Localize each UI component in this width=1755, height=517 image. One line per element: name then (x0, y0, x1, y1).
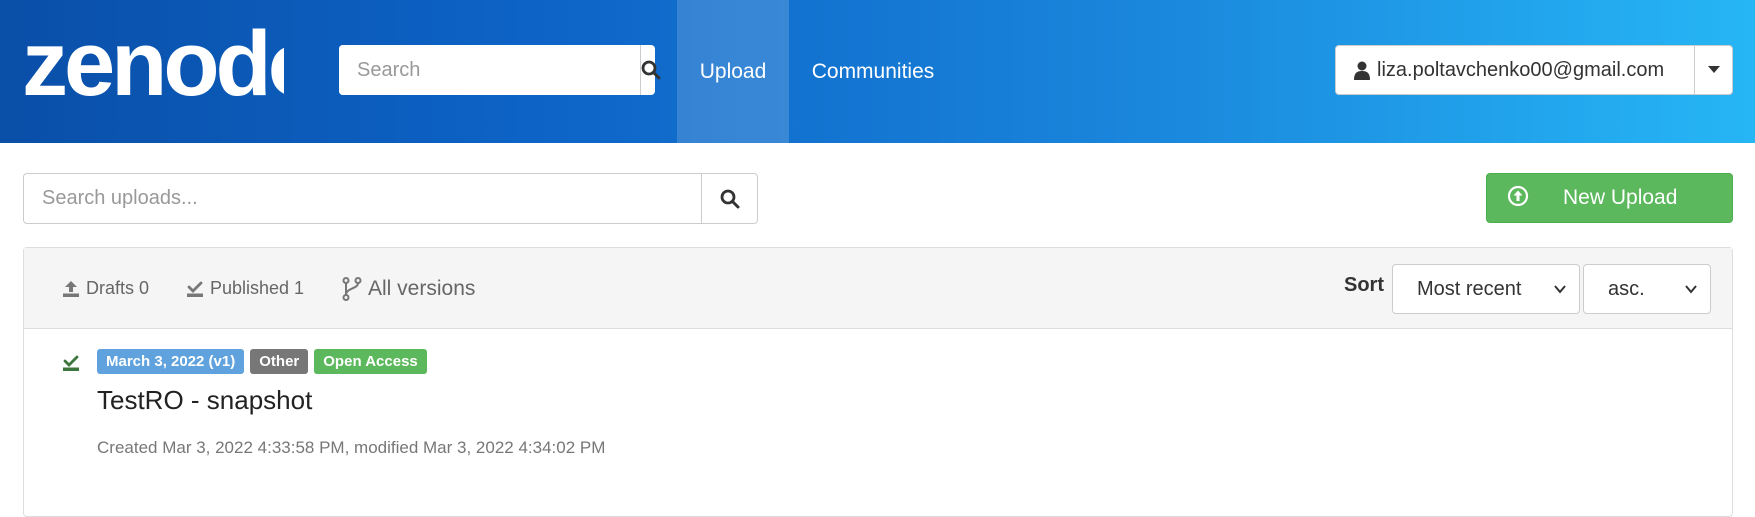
published-check-icon (63, 355, 79, 371)
upload-icon (63, 280, 79, 297)
uploads-search-input[interactable] (24, 174, 701, 223)
branch-icon (342, 276, 362, 301)
global-search-input[interactable] (339, 45, 640, 95)
order-select[interactable]: asc. (1583, 264, 1711, 314)
search-icon (641, 60, 661, 80)
record-meta: Created Mar 3, 2022 4:33:58 PM, modified… (97, 438, 606, 457)
user-menu: liza.poltavchenko00@gmail.com (1335, 45, 1733, 95)
uploads-filter-bar: Drafts 0 Published 1 All versions Sort M… (24, 248, 1732, 329)
filter-published-label: Published 1 (210, 278, 305, 298)
user-icon (1354, 61, 1370, 80)
uploads-panel: Drafts 0 Published 1 All versions Sort M… (23, 247, 1733, 517)
sort-select[interactable]: Most recent (1392, 264, 1580, 314)
top-navbar: zenodo Upload Communities liza.poltavche… (0, 0, 1755, 143)
uploads-search-button[interactable] (701, 174, 757, 223)
sort-select-value: Most recent (1417, 277, 1522, 300)
nav-communities[interactable]: Communities (793, 0, 953, 143)
new-upload-label: New Upload (1563, 186, 1678, 209)
published-check-icon (187, 281, 203, 297)
sort-label: Sort (1344, 274, 1384, 296)
nav-upload[interactable]: Upload (677, 0, 789, 143)
order-select-value: asc. (1608, 277, 1645, 300)
zenodo-logo[interactable]: zenodo (22, 20, 284, 110)
caret-down-icon (1707, 66, 1720, 73)
resource-type-badge: Other (250, 349, 309, 374)
user-menu-toggle[interactable] (1694, 46, 1732, 94)
record-title[interactable]: TestRO - snapshot (97, 385, 312, 416)
filter-drafts[interactable]: Drafts 0 (62, 248, 149, 329)
record-badges: March 3, 2022 (v1) Other Open Access (97, 349, 427, 374)
filter-published[interactable]: Published 1 (186, 248, 304, 329)
user-menu-button[interactable]: liza.poltavchenko00@gmail.com (1336, 46, 1694, 94)
chevron-down-icon (1685, 285, 1697, 294)
global-search (339, 45, 661, 95)
upload-circle-icon (1507, 185, 1529, 207)
chevron-down-icon (1554, 285, 1566, 294)
filter-all-versions-label: All versions (368, 276, 476, 300)
version-date-badge: March 3, 2022 (v1) (97, 349, 245, 374)
global-search-button[interactable] (640, 45, 661, 95)
uploads-search (23, 173, 758, 224)
search-icon (720, 189, 739, 208)
filter-drafts-label: Drafts 0 (86, 278, 150, 298)
access-badge: Open Access (314, 349, 427, 374)
new-upload-button[interactable]: New Upload (1486, 173, 1733, 223)
logo-text: zenodo (22, 20, 284, 110)
user-email: liza.poltavchenko00@gmail.com (1377, 58, 1665, 81)
filter-all-versions[interactable]: All versions (342, 248, 475, 329)
